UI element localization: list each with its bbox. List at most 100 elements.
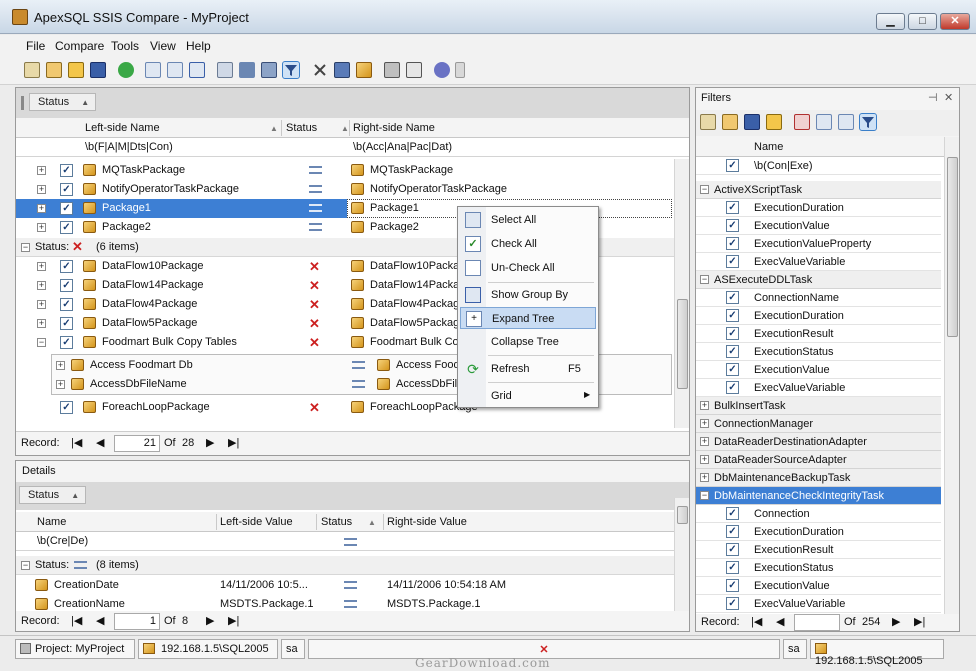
row-checkbox[interactable]: ✓	[726, 219, 739, 232]
open-icon[interactable]	[68, 62, 84, 78]
filter-group[interactable]: + DbMaintenanceBackupTask	[696, 469, 941, 487]
row-checkbox[interactable]: ✓	[60, 183, 73, 196]
filter-copy-icon[interactable]	[816, 114, 832, 130]
row-checkbox[interactable]: ✓	[60, 202, 73, 215]
filter-row[interactable]: ✓ \b(Con|Exe)	[696, 157, 941, 175]
filter-group[interactable]: − ActiveXScriptTask	[696, 181, 941, 199]
col-right-name[interactable]: Right-side Name	[353, 122, 435, 134]
expand-icon[interactable]: +	[700, 437, 709, 446]
expand-icon[interactable]: +	[700, 473, 709, 482]
copy-right-icon[interactable]	[167, 62, 183, 78]
pin-icon[interactable]: ⊣	[928, 91, 938, 104]
maximize-button[interactable]: □	[908, 13, 937, 30]
new-project-icon[interactable]	[24, 62, 40, 78]
filter-item[interactable]: ✓ ExecValueVariable	[696, 379, 941, 397]
row-checkbox[interactable]: ✓	[60, 298, 73, 311]
filter-group-selected[interactable]: − DbMaintenanceCheckIntegrityTask	[696, 487, 941, 505]
expand-icon[interactable]: +	[37, 319, 46, 328]
row-checkbox[interactable]: ✓	[726, 327, 739, 340]
col-status[interactable]: Status	[286, 122, 317, 134]
filter-item[interactable]: ✓ ConnectionName	[696, 289, 941, 307]
prev-record-button[interactable]: ◀	[96, 614, 104, 627]
filters-scrollbar[interactable]	[944, 137, 959, 614]
details-row[interactable]: CreationDate 14/11/2006 10:5... 14/11/20…	[16, 576, 674, 595]
next-record-button[interactable]: ▶	[206, 614, 214, 627]
prev-record-button[interactable]: ◀	[96, 436, 104, 449]
collapse-icon[interactable]: −	[37, 338, 46, 347]
filter-open-icon[interactable]	[766, 114, 782, 130]
scroll-thumb[interactable]	[677, 299, 688, 389]
col-status[interactable]: Status	[321, 516, 352, 528]
vertical-scrollbar[interactable]	[674, 159, 689, 428]
row-checkbox[interactable]: ✓	[726, 363, 739, 376]
menu-item-grid[interactable]: Grid ▶	[460, 385, 596, 407]
overflow-icon[interactable]	[455, 62, 465, 78]
record-current-input[interactable]: 21	[114, 435, 160, 452]
sync-icon[interactable]	[261, 62, 277, 78]
window-icon[interactable]	[334, 62, 350, 78]
package-icon[interactable]	[356, 62, 372, 78]
filter-item[interactable]: ✓ ExecutionStatus	[696, 559, 941, 577]
row-checkbox[interactable]: ✓	[726, 291, 739, 304]
filter-item[interactable]: ✓ ExecutionDuration	[696, 307, 941, 325]
record-current-input[interactable]: 1	[114, 613, 160, 630]
filter-save-icon[interactable]	[744, 114, 760, 130]
collapse-icon[interactable]: −	[700, 275, 709, 284]
row-checkbox[interactable]: ✓	[726, 237, 739, 250]
menu-file[interactable]: File	[26, 39, 45, 53]
details-scrollbar[interactable]	[674, 498, 689, 611]
last-record-button[interactable]: ▶|	[228, 614, 239, 627]
expand-icon[interactable]: +	[37, 262, 46, 271]
filter-group[interactable]: + DataReaderDestinationAdapter	[696, 433, 941, 451]
last-record-button[interactable]: ▶|	[228, 436, 239, 449]
row-checkbox[interactable]: ✓	[60, 221, 73, 234]
row-checkbox[interactable]: ✓	[726, 345, 739, 358]
row-checkbox[interactable]: ✓	[726, 579, 739, 592]
menu-item-expand-tree[interactable]: + Expand Tree	[460, 307, 596, 329]
menu-item-refresh[interactable]: ⟳ Refresh F5	[460, 358, 596, 380]
col-left-name[interactable]: Left-side Name	[85, 122, 160, 134]
expand-icon[interactable]: +	[56, 380, 65, 389]
align-icon[interactable]	[239, 62, 255, 78]
filter-item[interactable]: ✓ ExecutionResult	[696, 325, 941, 343]
row-checkbox[interactable]: ✓	[726, 159, 739, 172]
details-group-row[interactable]: − Status: (8 items)	[16, 556, 674, 575]
print-preview-icon[interactable]	[406, 62, 422, 78]
col-name[interactable]: Name	[754, 141, 783, 153]
menu-item-uncheck-all[interactable]: Un-Check All	[460, 257, 596, 279]
col-right-value[interactable]: Right-side Value	[387, 516, 467, 528]
scroll-thumb[interactable]	[677, 506, 688, 524]
next-record-button[interactable]: ▶	[892, 615, 900, 628]
filter-item[interactable]: ✓ ExecValueVariable	[696, 595, 941, 613]
first-record-button[interactable]: |◀	[71, 436, 82, 449]
menu-compare[interactable]: Compare	[55, 39, 104, 53]
filter-item[interactable]: ✓ ExecutionDuration	[696, 523, 941, 541]
filter-item[interactable]: ✓ ExecValueVariable	[696, 253, 941, 271]
expand-icon[interactable]: +	[37, 204, 46, 213]
filter-item[interactable]: ✓ ExecutionValueProperty	[696, 235, 941, 253]
first-record-button[interactable]: |◀	[71, 614, 82, 627]
table-row[interactable]: + ✓ NotifyOperatorTaskPackage NotifyOper…	[16, 180, 674, 199]
filter-edit-icon[interactable]	[722, 114, 738, 130]
close-panel-icon[interactable]: ✕	[944, 91, 953, 104]
refresh-icon[interactable]	[118, 62, 134, 78]
row-checkbox[interactable]: ✓	[60, 164, 73, 177]
menu-help[interactable]: Help	[186, 39, 211, 53]
grid-view-icon[interactable]	[189, 62, 205, 78]
group-chip-status[interactable]: Status ▲	[19, 486, 87, 504]
scroll-thumb[interactable]	[947, 157, 958, 337]
filter-right[interactable]: \b(Acc|Ana|Pac|Dat)	[353, 141, 452, 153]
menu-tools[interactable]: Tools	[111, 39, 139, 53]
filter-apply-icon[interactable]	[859, 113, 877, 131]
row-checkbox[interactable]: ✓	[726, 507, 739, 520]
menu-item-collapse-tree[interactable]: Collapse Tree	[460, 331, 596, 353]
expand-icon[interactable]: +	[37, 185, 46, 194]
expand-icon[interactable]: +	[37, 281, 46, 290]
details-filter[interactable]: \b(Cre|De)	[37, 535, 88, 547]
row-checkbox[interactable]: ✓	[726, 525, 739, 538]
collapse-icon[interactable]: −	[700, 491, 709, 500]
filter-item[interactable]: ✓ ExecutionResult	[696, 541, 941, 559]
expand-icon[interactable]: +	[37, 166, 46, 175]
row-checkbox[interactable]: ✓	[726, 309, 739, 322]
filter-add-icon[interactable]	[838, 114, 854, 130]
